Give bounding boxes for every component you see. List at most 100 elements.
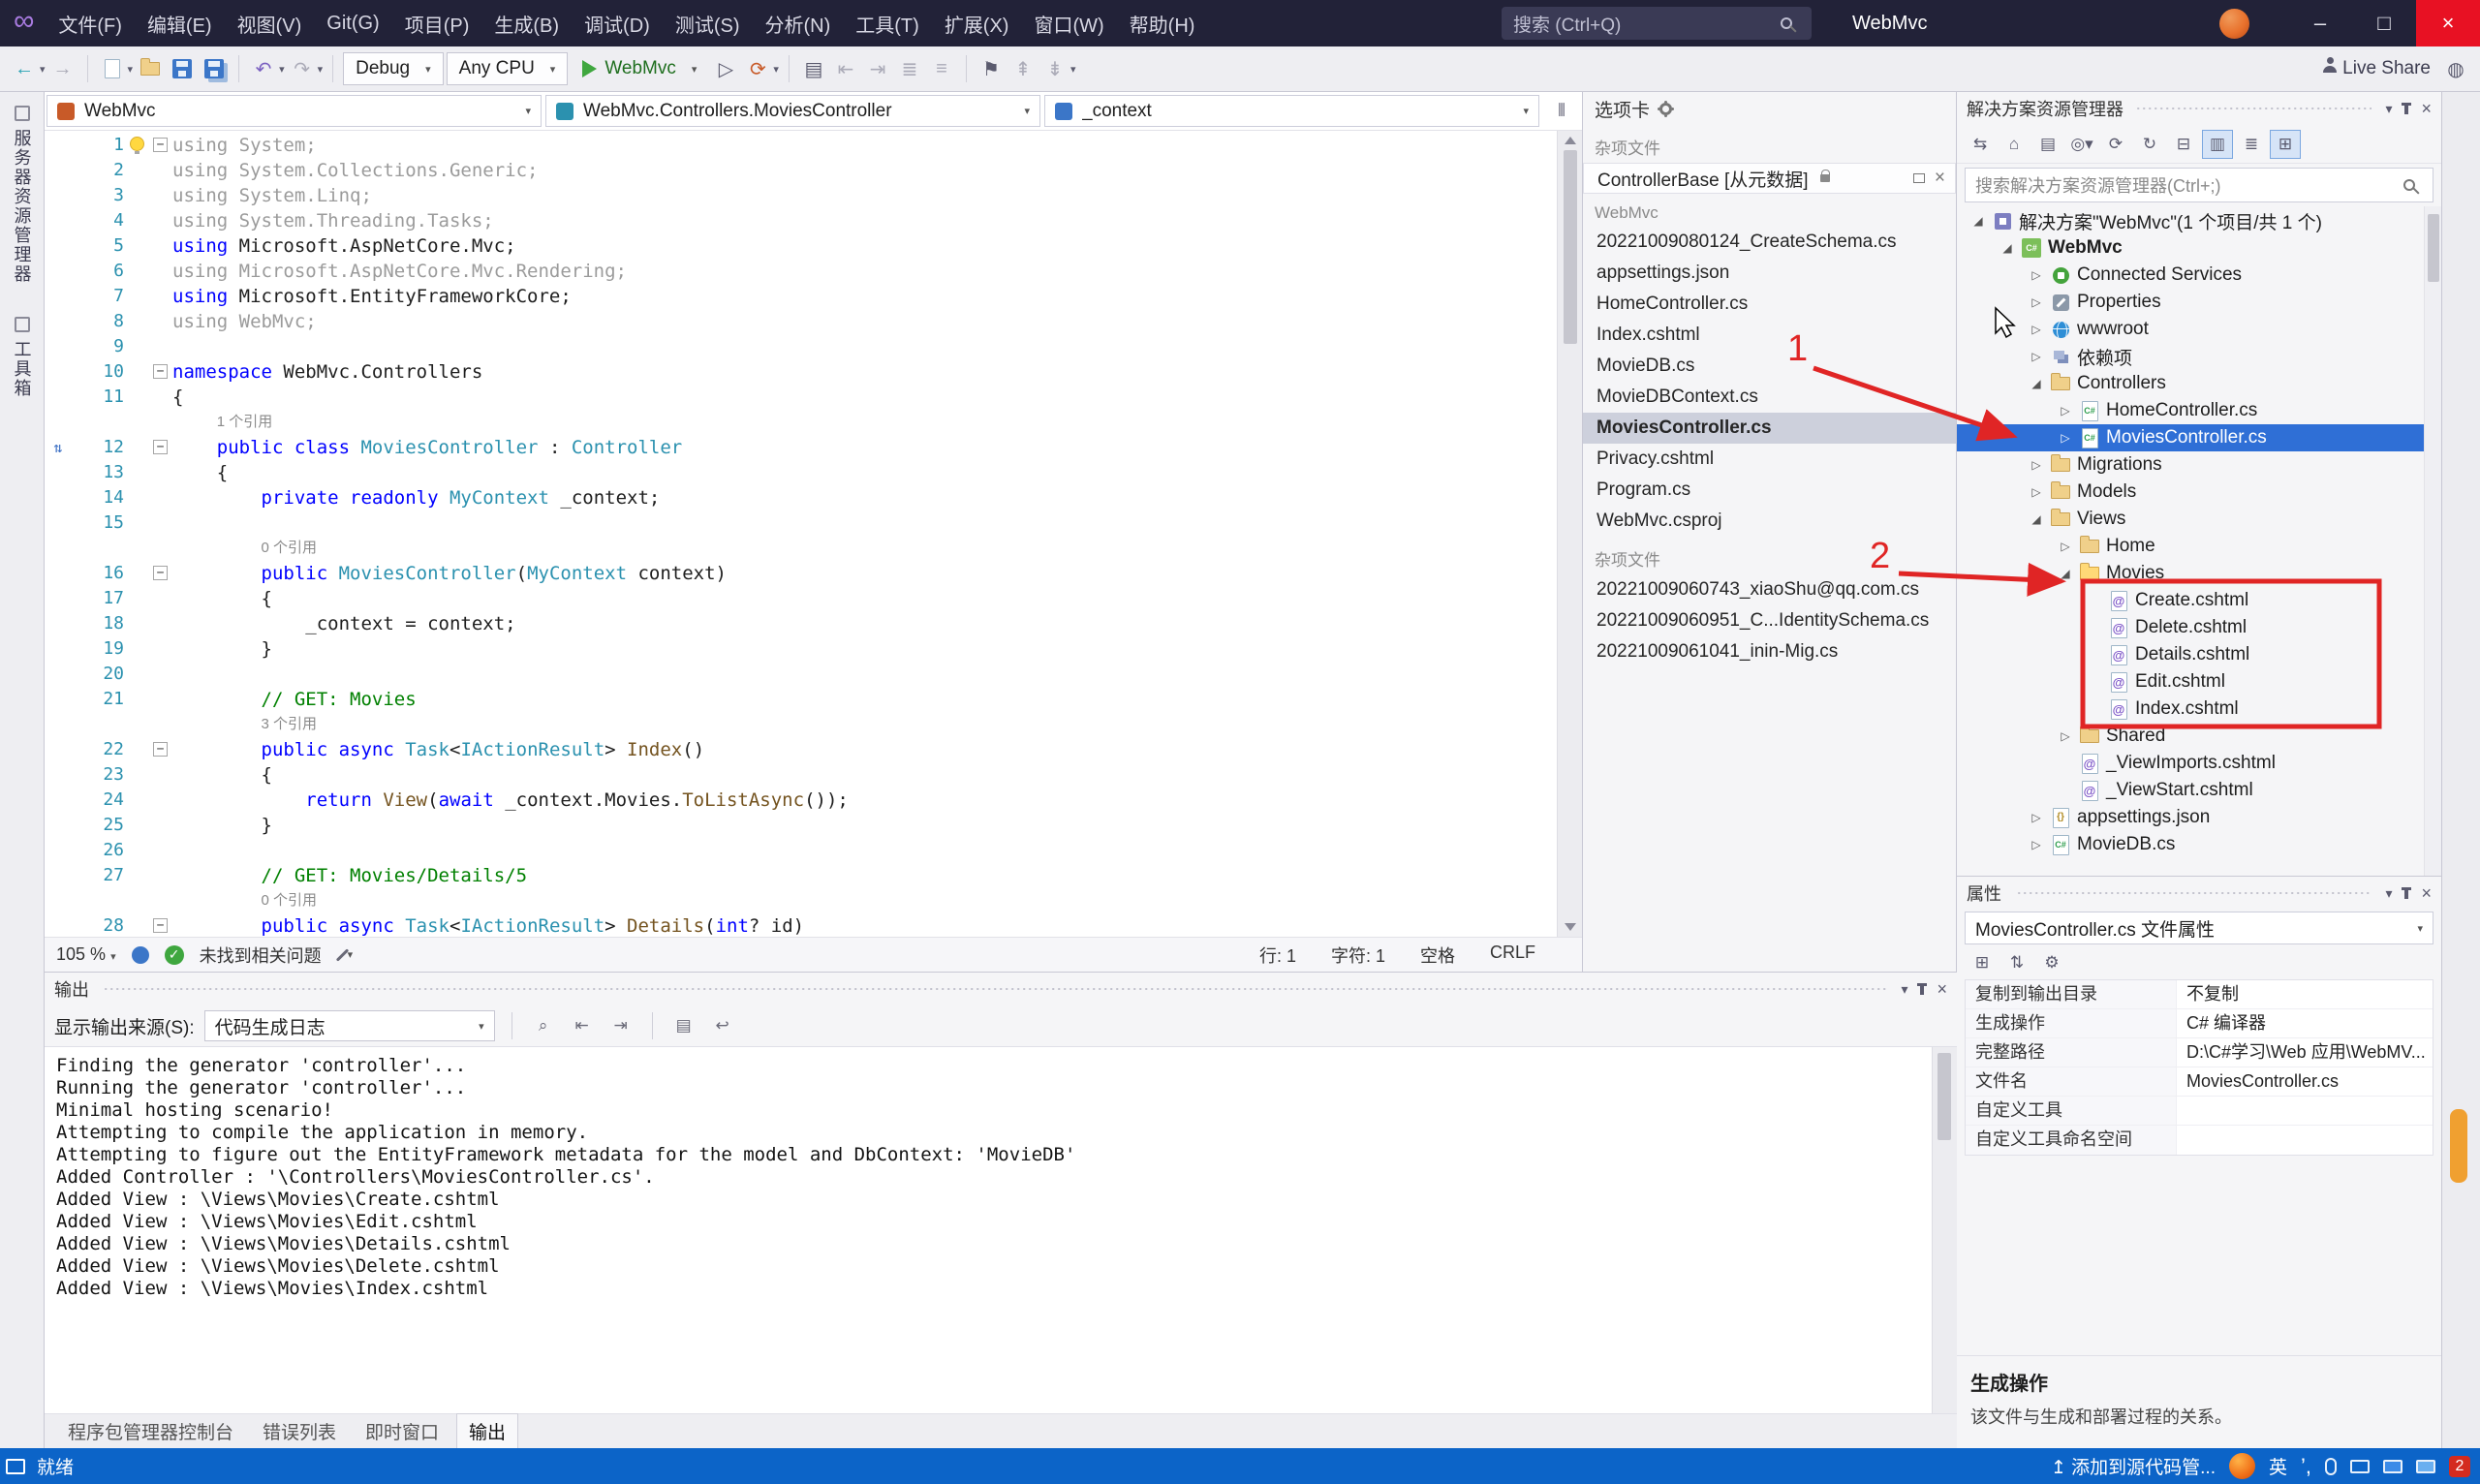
tree-item[interactable]: ▷ HomeController.cs: [1957, 397, 2424, 424]
quick-search-input[interactable]: 搜索 (Ctrl+Q): [1502, 7, 1813, 40]
navigate-back-icon[interactable]: ←: [10, 51, 39, 86]
tree-item[interactable]: ▷ MovieDB.cs: [1957, 831, 2424, 858]
tree-expander-icon[interactable]: ▷: [2025, 485, 2048, 499]
codelens-references[interactable]: 0 个引用: [172, 888, 318, 913]
scrollbar-thumb[interactable]: [1938, 1053, 1951, 1140]
clear-all-icon[interactable]: ▤: [669, 1012, 698, 1039]
panel-drag-handle[interactable]: [2137, 105, 2372, 112]
background-tasks-icon[interactable]: [6, 1458, 25, 1474]
tree-expander-icon[interactable]: ◢: [2054, 567, 2077, 580]
code-line[interactable]: 10 − namespace WebMvc.Controllers: [45, 359, 1557, 385]
open-document-item[interactable]: MovieDBContext.cs: [1583, 382, 1956, 413]
menu-item[interactable]: 项目(P): [392, 0, 482, 46]
app-tray-icon[interactable]: [2228, 1453, 2255, 1479]
property-value[interactable]: D:\C#学习\Web 应用\WebMV...: [2177, 1038, 2433, 1067]
bottom-tab-item[interactable]: 错误列表: [251, 1414, 348, 1448]
fold-toggle-icon[interactable]: −: [153, 440, 168, 454]
codelens-row[interactable]: 3 个引用: [45, 712, 1557, 737]
menu-item[interactable]: 帮助(H): [1117, 0, 1208, 46]
codelens-row[interactable]: 0 个引用: [45, 888, 1557, 913]
code-line[interactable]: 20: [45, 662, 1557, 687]
window-position-icon[interactable]: ▾: [1901, 981, 1907, 998]
panel-drag-handle[interactable]: [103, 985, 1888, 993]
property-pages-icon[interactable]: ⚙: [2036, 948, 2067, 977]
tree-item[interactable]: ◢ Controllers: [1957, 370, 2424, 397]
tree-item[interactable]: Delete.cshtml: [1957, 614, 2424, 641]
redo-dropdown[interactable]: ▾: [318, 63, 324, 76]
open-document-item[interactable]: MovieDB.cs: [1583, 351, 1956, 382]
code-line[interactable]: 27 // GET: Movies/Details/5: [45, 863, 1557, 888]
open-document-item[interactable]: HomeController.cs: [1583, 289, 1956, 320]
property-row[interactable]: 自定义工具命名空间: [1966, 1126, 2433, 1155]
code-line[interactable]: 3 using System.Linq;: [45, 183, 1557, 208]
code-line[interactable]: 4 using System.Threading.Tasks;: [45, 208, 1557, 233]
start-without-debugging-icon[interactable]: ▷: [711, 51, 740, 86]
navigate-forward-icon[interactable]: →: [48, 51, 78, 86]
property-row[interactable]: 复制到输出目录 不复制: [1966, 980, 2433, 1009]
next-message-icon[interactable]: ⇥: [606, 1012, 636, 1039]
menu-item[interactable]: 分析(N): [753, 0, 844, 46]
navigate-back-dropdown[interactable]: ▾: [40, 63, 46, 76]
line-indicator[interactable]: 行: 1: [1259, 943, 1296, 968]
find-message-icon[interactable]: ⌕: [529, 1012, 558, 1039]
spaces-indicator[interactable]: 空格: [1420, 943, 1455, 968]
open-document-item[interactable]: MoviesController.cs: [1583, 413, 1956, 444]
new-project-dropdown[interactable]: ▾: [128, 63, 134, 76]
previous-message-icon[interactable]: ⇤: [568, 1012, 597, 1039]
minimize-button[interactable]: –: [2288, 0, 2352, 46]
fold-toggle-icon[interactable]: −: [153, 566, 168, 580]
tree-item[interactable]: ▷ Shared: [1957, 723, 2424, 750]
fold-toggle-icon[interactable]: −: [153, 742, 168, 757]
property-row[interactable]: 完整路径 D:\C#学习\Web 应用\WebMV...: [1966, 1038, 2433, 1067]
undo-dropdown[interactable]: ▾: [279, 63, 285, 76]
ime-toolbar-icon[interactable]: [2416, 1459, 2435, 1473]
tree-item[interactable]: Details.cshtml: [1957, 641, 2424, 668]
property-row[interactable]: 自定义工具: [1966, 1097, 2433, 1126]
home-icon[interactable]: ⌂: [1999, 130, 2030, 159]
microphone-icon[interactable]: [2325, 1457, 2337, 1475]
tree-expander-icon[interactable]: ▷: [2025, 838, 2048, 851]
indent-increase-icon[interactable]: ⇥: [863, 51, 892, 86]
tree-item[interactable]: Index.cshtml: [1957, 696, 2424, 723]
tree-item[interactable]: _ViewImports.cshtml: [1957, 750, 2424, 777]
tree-item[interactable]: ▷ Properties: [1957, 289, 2424, 316]
tree-item[interactable]: ▷ appsettings.json: [1957, 804, 2424, 831]
account-avatar[interactable]: [2219, 8, 2249, 39]
eol-indicator[interactable]: CRLF: [1490, 943, 1535, 968]
codelens-references[interactable]: 3 个引用: [172, 712, 318, 737]
bottom-tab-item[interactable]: 即时窗口: [354, 1414, 450, 1448]
tree-expander-icon[interactable]: ▷: [2054, 431, 2077, 445]
save-all-icon[interactable]: [200, 51, 229, 86]
codelens-row[interactable]: 0 个引用: [45, 536, 1557, 561]
property-row[interactable]: 生成操作 C# 编译器: [1966, 1009, 2433, 1038]
document-health-icon[interactable]: [131, 945, 149, 964]
tree-item[interactable]: ▷ 依赖项: [1957, 343, 2424, 370]
previous-bookmark-icon[interactable]: ⇞: [1008, 51, 1038, 86]
split-window-icon[interactable]: ⫴: [1543, 95, 1580, 127]
window-position-icon[interactable]: ▾: [2385, 101, 2392, 117]
hot-reload-icon[interactable]: ⟳: [743, 51, 772, 86]
menu-item[interactable]: 文件(F): [46, 0, 135, 46]
code-line[interactable]: 7 using Microsoft.EntityFrameworkCore;: [45, 284, 1557, 309]
solution-search-input[interactable]: 搜索解决方案资源管理器(Ctrl+;): [1965, 168, 2434, 202]
tree-item[interactable]: ▷ Connected Services: [1957, 262, 2424, 289]
show-all-files-icon[interactable]: ▥: [2202, 129, 2233, 159]
close-panel-icon[interactable]: ×: [2421, 99, 2432, 119]
editor-scrollbar[interactable]: [1557, 131, 1582, 937]
code-cleanup-button[interactable]: ▾: [335, 947, 353, 963]
menu-item[interactable]: 编辑(E): [135, 0, 225, 46]
code-lines[interactable]: 1− using System; 2 using System.Collections…: [45, 131, 1557, 937]
gear-icon[interactable]: [1659, 102, 1673, 115]
open-document-item[interactable]: Index.cshtml: [1583, 320, 1956, 351]
property-value[interactable]: [2177, 1126, 2433, 1155]
punctuation-mode-icon[interactable]: ’,: [2301, 1454, 2311, 1479]
ime-indicator[interactable]: 英: [2269, 1453, 2287, 1479]
open-document-item[interactable]: 20221009061041_inin-Mig.cs: [1583, 636, 1956, 667]
code-line[interactable]: 22 − public async Task<IActionResult> Ind…: [45, 737, 1557, 762]
tree-expander-icon[interactable]: ◢: [1996, 241, 2019, 255]
add-to-source-control-button[interactable]: ↥ 添加到源代码管...: [2051, 1453, 2216, 1479]
categorized-icon[interactable]: ⊞: [1967, 948, 1998, 977]
comment-icon[interactable]: ≣: [895, 51, 924, 86]
solution-configuration-select[interactable]: Debug ▾: [343, 52, 444, 85]
output-scrollbar[interactable]: [1932, 1047, 1957, 1413]
